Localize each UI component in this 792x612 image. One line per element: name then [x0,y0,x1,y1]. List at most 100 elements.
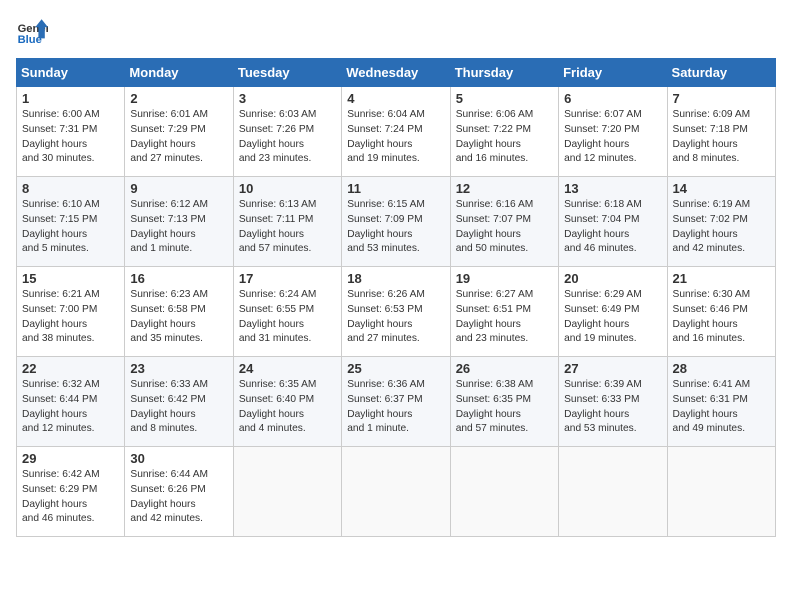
day-info: Sunrise: 6:18 AM Sunset: 7:04 PM Dayligh… [564,198,661,257]
day-number: 14 [673,181,770,196]
day-info: Sunrise: 6:35 AM Sunset: 6:40 PM Dayligh… [239,378,336,437]
calendar-cell: 6 Sunrise: 6:07 AM Sunset: 7:20 PM Dayli… [559,87,667,177]
calendar-cell: 3 Sunrise: 6:03 AM Sunset: 7:26 PM Dayli… [233,87,341,177]
col-header-saturday: Saturday [667,59,775,87]
day-info: Sunrise: 6:23 AM Sunset: 6:58 PM Dayligh… [130,288,227,347]
day-info: Sunrise: 6:26 AM Sunset: 6:53 PM Dayligh… [347,288,444,347]
calendar-cell: 13 Sunrise: 6:18 AM Sunset: 7:04 PM Dayl… [559,177,667,267]
day-info: Sunrise: 6:03 AM Sunset: 7:26 PM Dayligh… [239,108,336,167]
calendar-week-5: 29 Sunrise: 6:42 AM Sunset: 6:29 PM Dayl… [17,447,776,537]
day-info: Sunrise: 6:27 AM Sunset: 6:51 PM Dayligh… [456,288,553,347]
day-number: 5 [456,91,553,106]
day-info: Sunrise: 6:09 AM Sunset: 7:18 PM Dayligh… [673,108,770,167]
calendar-cell: 11 Sunrise: 6:15 AM Sunset: 7:09 PM Dayl… [342,177,450,267]
day-number: 18 [347,271,444,286]
day-info: Sunrise: 6:01 AM Sunset: 7:29 PM Dayligh… [130,108,227,167]
calendar-cell [342,447,450,537]
calendar-cell [233,447,341,537]
day-info: Sunrise: 6:07 AM Sunset: 7:20 PM Dayligh… [564,108,661,167]
calendar-cell: 12 Sunrise: 6:16 AM Sunset: 7:07 PM Dayl… [450,177,558,267]
calendar-cell: 15 Sunrise: 6:21 AM Sunset: 7:00 PM Dayl… [17,267,125,357]
day-number: 20 [564,271,661,286]
day-number: 21 [673,271,770,286]
day-info: Sunrise: 6:44 AM Sunset: 6:26 PM Dayligh… [130,468,227,527]
day-number: 23 [130,361,227,376]
calendar-cell: 28 Sunrise: 6:41 AM Sunset: 6:31 PM Dayl… [667,357,775,447]
day-number: 30 [130,451,227,466]
day-number: 24 [239,361,336,376]
day-number: 13 [564,181,661,196]
calendar-cell: 23 Sunrise: 6:33 AM Sunset: 6:42 PM Dayl… [125,357,233,447]
calendar-cell: 24 Sunrise: 6:35 AM Sunset: 6:40 PM Dayl… [233,357,341,447]
day-info: Sunrise: 6:19 AM Sunset: 7:02 PM Dayligh… [673,198,770,257]
col-header-monday: Monday [125,59,233,87]
day-info: Sunrise: 6:00 AM Sunset: 7:31 PM Dayligh… [22,108,119,167]
calendar-cell: 9 Sunrise: 6:12 AM Sunset: 7:13 PM Dayli… [125,177,233,267]
col-header-thursday: Thursday [450,59,558,87]
calendar-cell: 1 Sunrise: 6:00 AM Sunset: 7:31 PM Dayli… [17,87,125,177]
calendar-cell: 10 Sunrise: 6:13 AM Sunset: 7:11 PM Dayl… [233,177,341,267]
calendar-cell: 18 Sunrise: 6:26 AM Sunset: 6:53 PM Dayl… [342,267,450,357]
day-number: 6 [564,91,661,106]
calendar-cell: 14 Sunrise: 6:19 AM Sunset: 7:02 PM Dayl… [667,177,775,267]
day-info: Sunrise: 6:33 AM Sunset: 6:42 PM Dayligh… [130,378,227,437]
day-info: Sunrise: 6:13 AM Sunset: 7:11 PM Dayligh… [239,198,336,257]
day-number: 26 [456,361,553,376]
day-info: Sunrise: 6:15 AM Sunset: 7:09 PM Dayligh… [347,198,444,257]
calendar-cell [559,447,667,537]
day-number: 4 [347,91,444,106]
calendar-cell: 29 Sunrise: 6:42 AM Sunset: 6:29 PM Dayl… [17,447,125,537]
calendar-cell: 27 Sunrise: 6:39 AM Sunset: 6:33 PM Dayl… [559,357,667,447]
calendar-cell: 22 Sunrise: 6:32 AM Sunset: 6:44 PM Dayl… [17,357,125,447]
day-info: Sunrise: 6:32 AM Sunset: 6:44 PM Dayligh… [22,378,119,437]
day-info: Sunrise: 6:36 AM Sunset: 6:37 PM Dayligh… [347,378,444,437]
day-number: 7 [673,91,770,106]
calendar-cell: 21 Sunrise: 6:30 AM Sunset: 6:46 PM Dayl… [667,267,775,357]
logo: General Blue [16,16,48,48]
day-number: 3 [239,91,336,106]
calendar-cell: 25 Sunrise: 6:36 AM Sunset: 6:37 PM Dayl… [342,357,450,447]
day-info: Sunrise: 6:30 AM Sunset: 6:46 PM Dayligh… [673,288,770,347]
calendar-cell: 7 Sunrise: 6:09 AM Sunset: 7:18 PM Dayli… [667,87,775,177]
day-number: 28 [673,361,770,376]
calendar-cell: 8 Sunrise: 6:10 AM Sunset: 7:15 PM Dayli… [17,177,125,267]
day-info: Sunrise: 6:24 AM Sunset: 6:55 PM Dayligh… [239,288,336,347]
day-info: Sunrise: 6:41 AM Sunset: 6:31 PM Dayligh… [673,378,770,437]
calendar-week-2: 8 Sunrise: 6:10 AM Sunset: 7:15 PM Dayli… [17,177,776,267]
svg-text:Blue: Blue [18,34,42,46]
calendar-cell: 5 Sunrise: 6:06 AM Sunset: 7:22 PM Dayli… [450,87,558,177]
calendar-week-4: 22 Sunrise: 6:32 AM Sunset: 6:44 PM Dayl… [17,357,776,447]
col-header-wednesday: Wednesday [342,59,450,87]
calendar-cell: 2 Sunrise: 6:01 AM Sunset: 7:29 PM Dayli… [125,87,233,177]
day-number: 9 [130,181,227,196]
day-info: Sunrise: 6:39 AM Sunset: 6:33 PM Dayligh… [564,378,661,437]
day-number: 1 [22,91,119,106]
day-info: Sunrise: 6:12 AM Sunset: 7:13 PM Dayligh… [130,198,227,257]
day-number: 8 [22,181,119,196]
day-number: 25 [347,361,444,376]
calendar-cell: 17 Sunrise: 6:24 AM Sunset: 6:55 PM Dayl… [233,267,341,357]
col-header-sunday: Sunday [17,59,125,87]
page-header: General Blue [16,16,776,48]
day-number: 22 [22,361,119,376]
day-info: Sunrise: 6:21 AM Sunset: 7:00 PM Dayligh… [22,288,119,347]
calendar-week-1: 1 Sunrise: 6:00 AM Sunset: 7:31 PM Dayli… [17,87,776,177]
day-info: Sunrise: 6:42 AM Sunset: 6:29 PM Dayligh… [22,468,119,527]
day-info: Sunrise: 6:16 AM Sunset: 7:07 PM Dayligh… [456,198,553,257]
calendar-table: SundayMondayTuesdayWednesdayThursdayFrid… [16,58,776,537]
day-number: 10 [239,181,336,196]
col-header-friday: Friday [559,59,667,87]
day-info: Sunrise: 6:38 AM Sunset: 6:35 PM Dayligh… [456,378,553,437]
calendar-cell: 16 Sunrise: 6:23 AM Sunset: 6:58 PM Dayl… [125,267,233,357]
calendar-cell: 30 Sunrise: 6:44 AM Sunset: 6:26 PM Dayl… [125,447,233,537]
calendar-cell: 26 Sunrise: 6:38 AM Sunset: 6:35 PM Dayl… [450,357,558,447]
calendar-week-3: 15 Sunrise: 6:21 AM Sunset: 7:00 PM Dayl… [17,267,776,357]
day-info: Sunrise: 6:10 AM Sunset: 7:15 PM Dayligh… [22,198,119,257]
calendar-cell [667,447,775,537]
day-number: 29 [22,451,119,466]
day-number: 27 [564,361,661,376]
day-number: 17 [239,271,336,286]
day-number: 11 [347,181,444,196]
day-info: Sunrise: 6:29 AM Sunset: 6:49 PM Dayligh… [564,288,661,347]
day-info: Sunrise: 6:04 AM Sunset: 7:24 PM Dayligh… [347,108,444,167]
